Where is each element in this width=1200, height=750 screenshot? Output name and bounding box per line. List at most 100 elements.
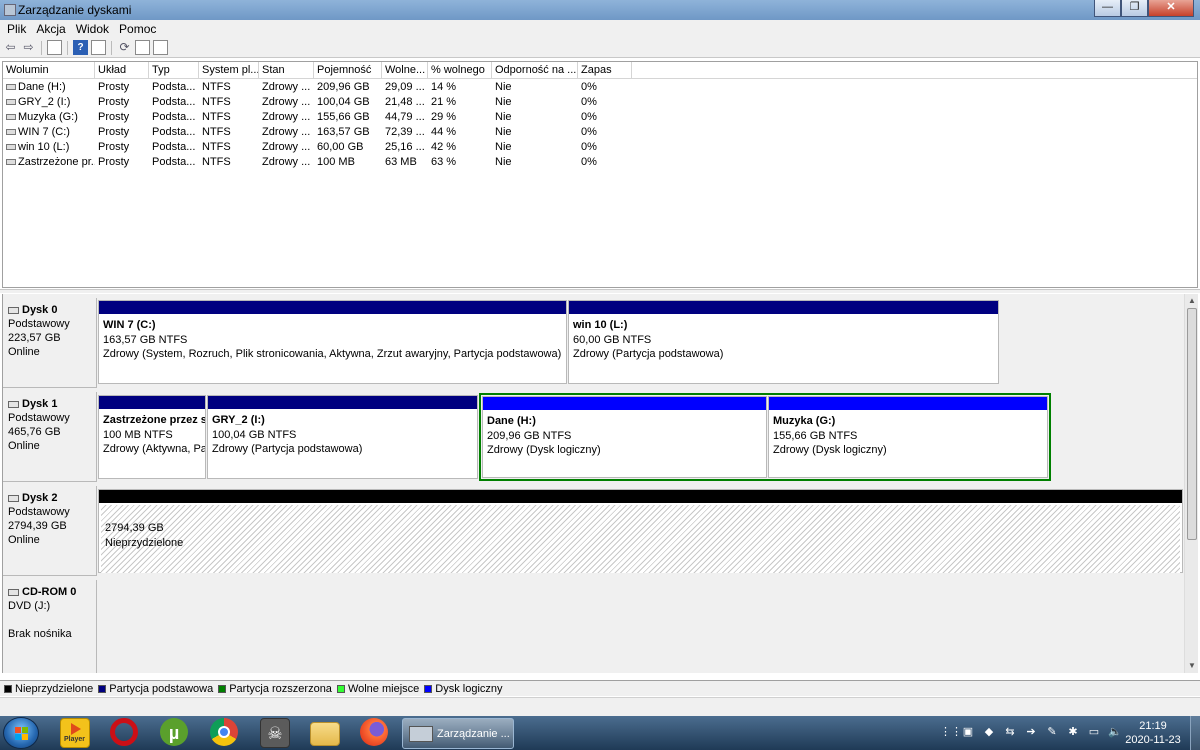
column-header-stan[interactable]: Stan	[259, 62, 314, 78]
table-cell: Prosty	[98, 125, 130, 138]
close-button[interactable]: ✕	[1148, 0, 1194, 17]
column-header-odpornosc[interactable]: Odporność na ...	[492, 62, 578, 78]
table-cell: 44 %	[431, 125, 457, 138]
partition-muzyka-g[interactable]: Muzyka (G:) 155,66 GB NTFS Zdrowy (Dysk …	[768, 396, 1048, 478]
table-cell: 100,04 GB	[317, 95, 370, 108]
tray-grid-icon[interactable]: ⋮⋮	[940, 725, 962, 739]
cd-drive-icon	[8, 588, 19, 596]
column-header-procent-wolnego[interactable]: % wolnego	[428, 62, 492, 78]
chrome-icon[interactable]	[210, 718, 238, 746]
partition-reserved[interactable]: Zastrzeżone przez s 100 MB NTFS Zdrowy (…	[98, 395, 206, 479]
forward-icon[interactable]: ⇨	[21, 40, 36, 55]
menu-pomoc[interactable]: Pomoc	[114, 22, 161, 36]
back-icon[interactable]: ⇦	[3, 40, 18, 55]
minimize-button[interactable]: —	[1094, 0, 1121, 17]
usb-icon[interactable]: ⇆	[1003, 725, 1017, 739]
column-header-wolumin[interactable]: Wolumin	[3, 62, 95, 78]
column-header-typ[interactable]: Typ	[149, 62, 199, 78]
table-cell: Prosty	[98, 95, 130, 108]
partition-name: Dane (H:)	[487, 415, 536, 427]
table-cell: Zdrowy ...	[262, 80, 311, 93]
table-cell: 0%	[581, 110, 597, 123]
volume-list-header: Wolumin Układ Typ System pl... Stan Poje…	[3, 62, 1197, 79]
network-icon[interactable]: ▭	[1087, 725, 1101, 739]
table-cell: Zdrowy ...	[262, 140, 311, 153]
disk-1-label[interactable]: Dysk 1 Podstawowy 465,76 GB Online	[3, 392, 97, 482]
partition-dane-h[interactable]: Dane (H:) 209,96 GB NTFS Zdrowy (Dysk lo…	[482, 396, 767, 478]
utorrent-icon[interactable]: µ	[160, 718, 188, 746]
table-row[interactable]: GRY_2 (I:) Prosty Podsta... NTFS Zdrowy ... 1…	[3, 94, 1197, 109]
skull-app-icon[interactable]: ☠	[260, 718, 290, 748]
menu-plik[interactable]: Plik	[2, 22, 31, 36]
table-cell: Prosty	[98, 80, 130, 93]
help-icon[interactable]: ?	[73, 40, 88, 55]
settings-icon[interactable]	[153, 40, 168, 55]
tray-red-icon[interactable]: ◆	[982, 725, 996, 739]
table-row[interactable]: Zastrzeżone pr... Prosty Podsta... NTFS Zdro…	[3, 154, 1197, 169]
table-cell: 25,16 ...	[385, 140, 425, 153]
partition-name: Muzyka (G:)	[773, 415, 836, 427]
legend-swatch	[336, 684, 345, 693]
player-icon[interactable]: Player	[60, 718, 90, 748]
table-row[interactable]: Muzyka (G:) Prosty Podsta... NTFS Zdrowy ...…	[3, 109, 1197, 124]
table-cell: 209,96 GB	[317, 80, 370, 93]
column-header-zapas[interactable]: Zapas	[578, 62, 632, 78]
properties-icon[interactable]	[135, 40, 150, 55]
pane-splitter[interactable]	[0, 289, 1200, 293]
table-cell: NTFS	[202, 155, 231, 168]
unallocated-space[interactable]: 2794,39 GB Nieprzydzielone	[98, 489, 1183, 573]
show-desktop-button[interactable]	[1190, 716, 1200, 750]
column-header-system-plikow[interactable]: System pl...	[199, 62, 259, 78]
scroll-down-icon[interactable]: ▼	[1185, 659, 1199, 673]
firefox-icon[interactable]	[360, 718, 388, 746]
menu-akcja[interactable]: Akcja	[31, 22, 70, 36]
table-row[interactable]: win 10 (L:) Prosty Podsta... NTFS Zdrowy ...…	[3, 139, 1197, 154]
refresh-icon[interactable]: ⟳	[117, 40, 132, 55]
opera-icon[interactable]	[110, 718, 138, 746]
table-cell: 21 %	[431, 95, 457, 108]
title-bar: Zarządzanie dyskami — ❐ ✕	[0, 0, 1200, 20]
menu-widok[interactable]: Widok	[71, 22, 114, 36]
start-button[interactable]	[3, 717, 39, 749]
table-cell: Muzyka (G:)	[3, 111, 95, 123]
console-tree-icon[interactable]	[47, 40, 62, 55]
disk-0-label[interactable]: Dysk 0 Podstawowy 223,57 GB Online	[3, 298, 97, 388]
partition-win7-c[interactable]: WIN 7 (C:) 163,57 GB NTFS Zdrowy (System…	[98, 300, 567, 384]
tray-arrow-icon[interactable]: ➔	[1024, 725, 1038, 739]
menu-bar: Plik Akcja Widok Pomoc	[0, 20, 1200, 38]
scroll-thumb[interactable]	[1187, 308, 1197, 540]
system-tray: ⋮⋮ ▣ ◆ ⇆ ➔ ✎ ✱ ▭ 🔈	[940, 725, 1122, 739]
unallocated-label: Nieprzydzielone	[105, 536, 184, 549]
table-row[interactable]: Dane (H:) Prosty Podsta... NTFS Zdrowy ... 20…	[3, 79, 1197, 94]
partition-status: Zdrowy (Dysk logiczny)	[773, 444, 887, 456]
taskbar-button-disk-management[interactable]: Zarządzanie ...	[402, 718, 514, 749]
column-header-pojemnosc[interactable]: Pojemność	[314, 62, 382, 78]
explorer-folder-icon[interactable]	[310, 722, 340, 746]
disk-management-app-icon	[4, 4, 16, 16]
table-cell: Nie	[495, 80, 512, 93]
legend-swatch	[218, 684, 227, 693]
table-cell: WIN 7 (C:)	[3, 126, 95, 138]
scroll-up-icon[interactable]: ▲	[1185, 294, 1199, 308]
nvidia-icon[interactable]: ▣	[961, 725, 975, 739]
avast-icon[interactable]: ✱	[1066, 725, 1080, 739]
hard-disk-icon	[8, 400, 19, 408]
volume-icon	[6, 158, 16, 165]
table-row[interactable]: WIN 7 (C:) Prosty Podsta... NTFS Zdrowy ... 1…	[3, 124, 1197, 139]
table-cell: Zdrowy ...	[262, 95, 311, 108]
clock[interactable]: 21:19 2020-11-23	[1118, 719, 1188, 747]
table-cell: NTFS	[202, 110, 231, 123]
partition-win10-l[interactable]: win 10 (L:) 60,00 GB NTFS Zdrowy (Partyc…	[568, 300, 999, 384]
column-header-uklad[interactable]: Układ	[95, 62, 149, 78]
table-cell: Nie	[495, 125, 512, 138]
partition-gry2-i[interactable]: GRY_2 (I:) 100,04 GB NTFS Zdrowy (Partyc…	[207, 395, 478, 479]
disk-map-scrollbar[interactable]: ▲ ▼	[1184, 294, 1198, 673]
cdrom-0-label[interactable]: CD-ROM 0 DVD (J:) Brak nośnika	[3, 580, 97, 673]
hard-disk-icon	[8, 494, 19, 502]
disk-2-label[interactable]: Dysk 2 Podstawowy 2794,39 GB Online	[3, 486, 97, 576]
maximize-button[interactable]: ❐	[1121, 0, 1148, 17]
tray-tool-icon[interactable]: ✎	[1045, 725, 1059, 739]
column-header-wolne[interactable]: Wolne...	[382, 62, 428, 78]
table-cell: Podsta...	[152, 110, 196, 123]
list-view-icon[interactable]	[91, 40, 106, 55]
